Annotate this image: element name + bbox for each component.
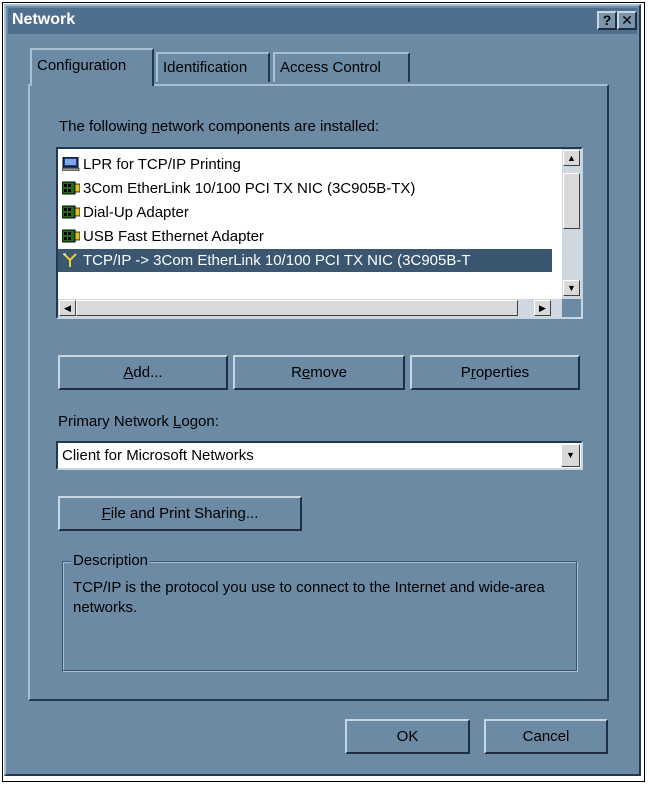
- horizontal-scroll-thumb[interactable]: [76, 300, 518, 316]
- scroll-down-arrow-icon[interactable]: ▼: [563, 280, 580, 296]
- list-item[interactable]: Dial-Up Adapter: [62, 201, 551, 224]
- description-group: Description TCP/IP is the protocol you u…: [62, 552, 577, 671]
- vertical-scrollbar[interactable]: ▲ ▼: [562, 149, 581, 299]
- list-item-selected[interactable]: TCP/IP -> 3Com EtherLink 10/100 PCI TX N…: [58, 249, 552, 272]
- tab-configuration[interactable]: Configuration: [30, 48, 154, 86]
- scroll-left-arrow-icon[interactable]: ◀: [59, 300, 76, 316]
- list-item[interactable]: 3Com EtherLink 10/100 PCI TX NIC (3C905B…: [62, 177, 551, 200]
- network-adapter-icon: [62, 229, 80, 243]
- protocol-icon: [63, 253, 77, 268]
- list-item-label: LPR for TCP/IP Printing: [83, 156, 241, 173]
- logon-select-value: Client for Microsoft Networks: [62, 447, 254, 464]
- help-button[interactable]: ?: [597, 11, 617, 30]
- remove-button[interactable]: Remove: [233, 355, 405, 390]
- file-print-sharing-button[interactable]: File and Print Sharing...: [58, 496, 302, 531]
- cancel-button[interactable]: Cancel: [484, 719, 608, 754]
- add-button[interactable]: Add...: [58, 355, 228, 390]
- components-label: The following network components are ins…: [59, 118, 380, 135]
- components-list[interactable]: LPR for TCP/IP Printing 3Com EtherLink 1…: [56, 147, 583, 319]
- close-button[interactable]: ✕: [617, 11, 637, 30]
- list-item-label: USB Fast Ethernet Adapter: [83, 228, 264, 245]
- logon-select[interactable]: Client for Microsoft Networks ▼: [56, 441, 583, 470]
- list-item[interactable]: LPR for TCP/IP Printing: [62, 153, 551, 176]
- scroll-corner: [562, 299, 581, 317]
- list-item-label: Dial-Up Adapter: [83, 204, 189, 221]
- chevron-down-icon[interactable]: ▼: [561, 444, 580, 467]
- list-item-label: TCP/IP -> 3Com EtherLink 10/100 PCI TX N…: [83, 252, 471, 269]
- properties-button[interactable]: Properties: [410, 355, 580, 390]
- network-adapter-icon: [62, 181, 80, 195]
- list-item[interactable]: USB Fast Ethernet Adapter: [62, 225, 551, 248]
- tab-access-control[interactable]: Access Control: [273, 52, 410, 82]
- dialog-title: Network: [12, 11, 76, 28]
- logon-label: Primary Network Logon:: [58, 413, 219, 430]
- title-bar[interactable]: Network ? ✕: [8, 8, 637, 34]
- list-item-label: 3Com EtherLink 10/100 PCI TX NIC (3C905B…: [83, 180, 416, 197]
- horizontal-scrollbar[interactable]: ◀ ▶: [58, 299, 562, 317]
- ok-button[interactable]: OK: [345, 719, 470, 754]
- scroll-up-arrow-icon[interactable]: ▲: [563, 150, 580, 166]
- description-text: TCP/IP is the protocol you use to connec…: [73, 579, 545, 616]
- description-title: Description: [71, 552, 151, 569]
- vertical-scroll-thumb[interactable]: [563, 173, 580, 229]
- scroll-right-arrow-icon[interactable]: ▶: [534, 300, 551, 316]
- computer-icon: [62, 157, 80, 172]
- network-adapter-icon: [62, 205, 80, 219]
- tab-identification[interactable]: Identification: [156, 52, 270, 82]
